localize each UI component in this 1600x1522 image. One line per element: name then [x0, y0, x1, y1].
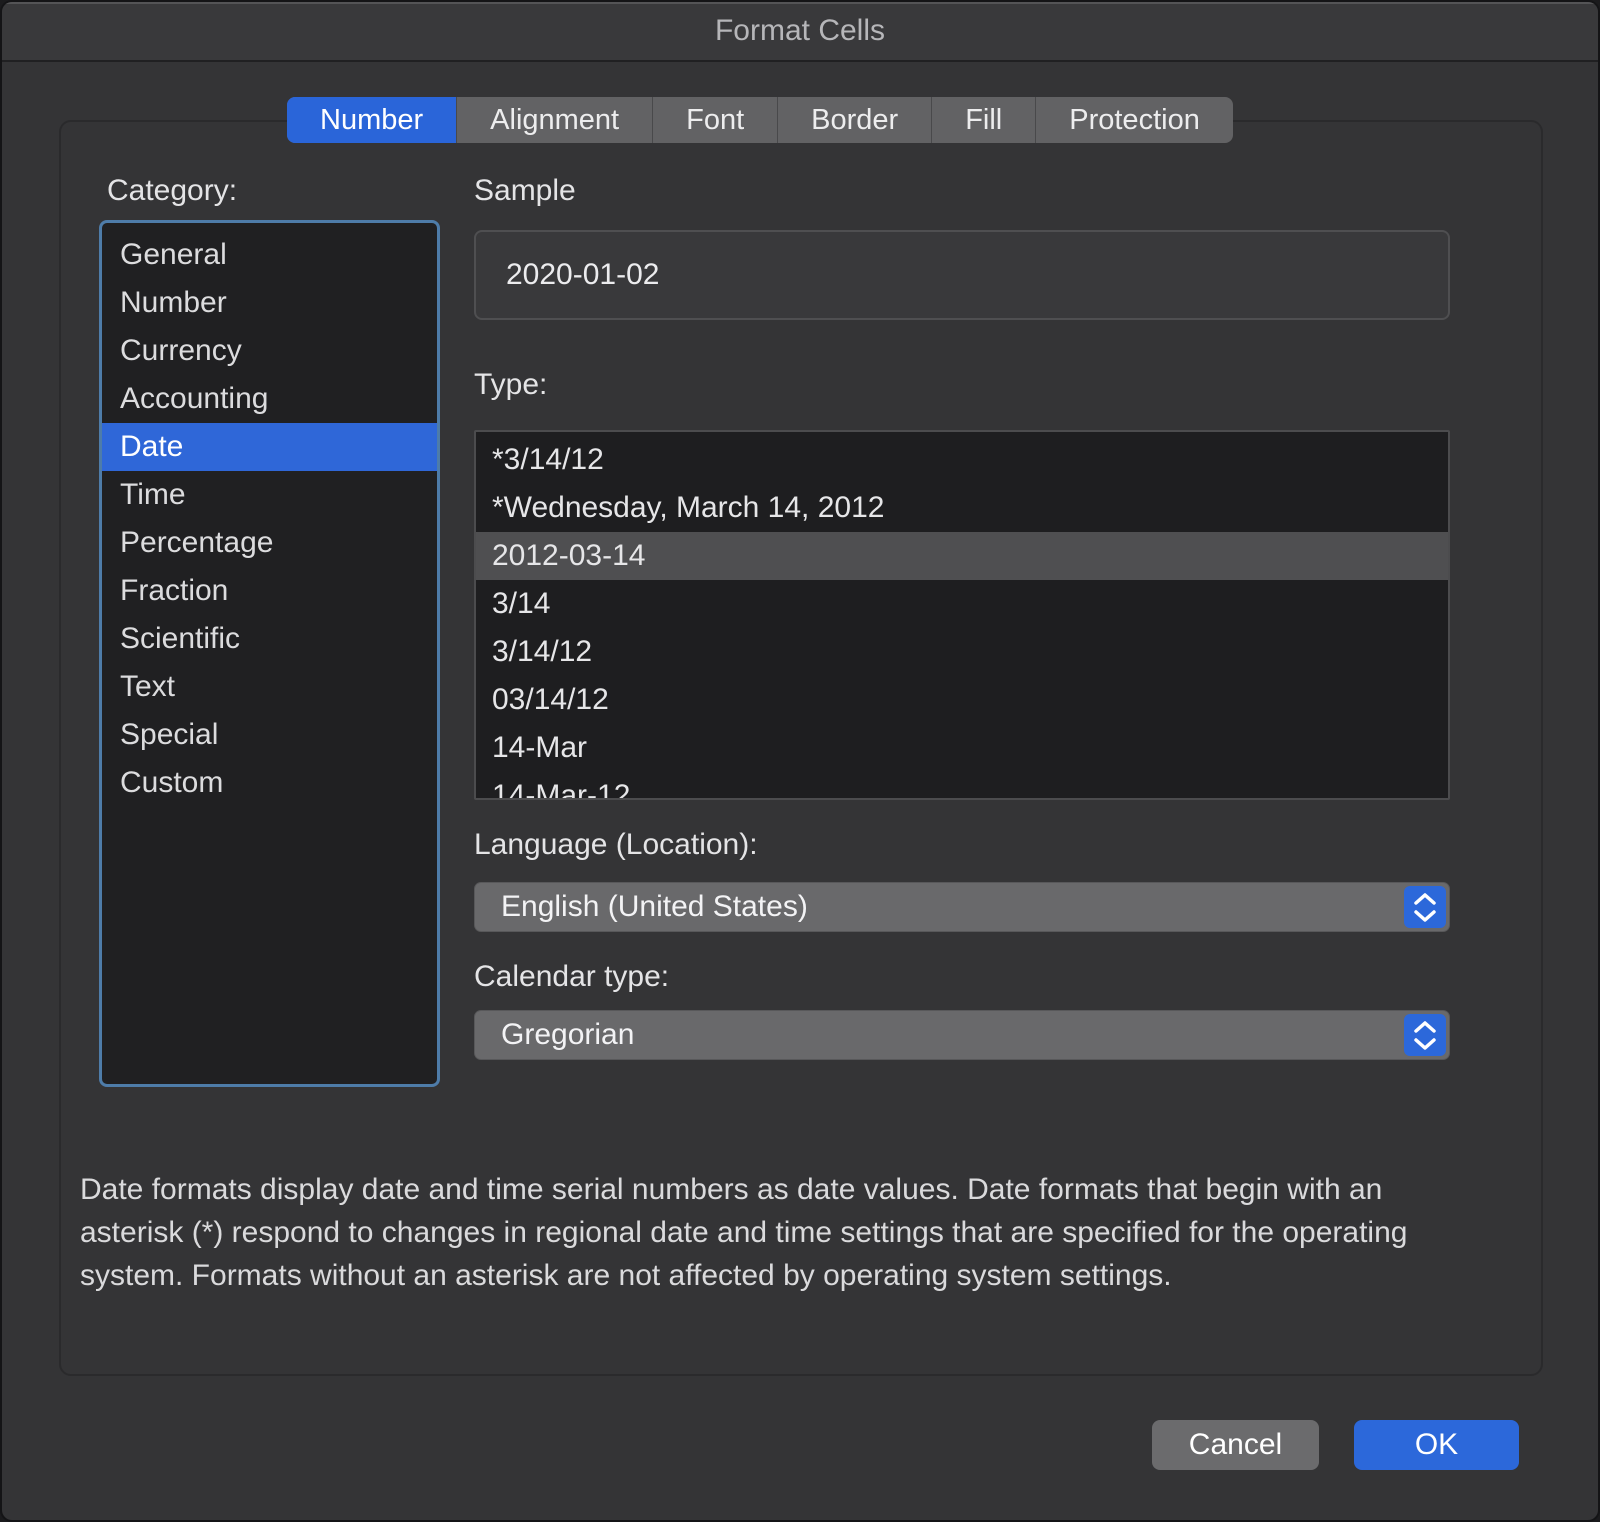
sample-value-box: 2020-01-02: [474, 230, 1450, 320]
category-listbox[interactable]: General Number Currency Accounting Date …: [99, 220, 440, 1087]
calendar-type-dropdown[interactable]: Gregorian: [474, 1010, 1450, 1060]
type-item[interactable]: 3/14: [476, 580, 1448, 628]
sample-value: 2020-01-02: [506, 258, 659, 292]
tab-font[interactable]: Font: [653, 97, 778, 143]
type-item[interactable]: 3/14/12: [476, 628, 1448, 676]
type-item-selected[interactable]: 2012-03-14: [476, 532, 1448, 580]
type-label: Type:: [474, 368, 547, 402]
ok-button[interactable]: OK: [1354, 1420, 1519, 1470]
tab-number[interactable]: Number: [287, 97, 457, 143]
format-description-text: Date formats display date and time seria…: [80, 1168, 1484, 1297]
format-cells-dialog: Format Cells Number Alignment Font Borde…: [0, 0, 1600, 1522]
category-item-date[interactable]: Date: [102, 423, 437, 471]
calendar-type-label: Calendar type:: [474, 960, 669, 994]
category-item-general[interactable]: General: [102, 231, 437, 279]
category-item-fraction[interactable]: Fraction: [102, 567, 437, 615]
category-label: Category:: [107, 174, 237, 208]
category-item-percentage[interactable]: Percentage: [102, 519, 437, 567]
chevron-up-down-icon[interactable]: [1404, 1014, 1446, 1056]
tab-fill[interactable]: Fill: [932, 97, 1036, 143]
dialog-title: Format Cells: [715, 14, 885, 48]
language-label: Language (Location):: [474, 828, 758, 862]
title-bar[interactable]: Format Cells: [2, 2, 1598, 62]
tab-alignment[interactable]: Alignment: [457, 97, 653, 143]
type-item[interactable]: *Wednesday, March 14, 2012: [476, 484, 1448, 532]
type-item[interactable]: 14-Mar: [476, 724, 1448, 772]
tab-protection[interactable]: Protection: [1036, 97, 1233, 143]
category-item-scientific[interactable]: Scientific: [102, 615, 437, 663]
category-item-special[interactable]: Special: [102, 711, 437, 759]
language-value: English (United States): [501, 890, 808, 924]
category-item-time[interactable]: Time: [102, 471, 437, 519]
cancel-button[interactable]: Cancel: [1152, 1420, 1319, 1470]
sample-label: Sample: [474, 174, 576, 208]
category-item-number[interactable]: Number: [102, 279, 437, 327]
language-dropdown[interactable]: English (United States): [474, 882, 1450, 932]
category-item-currency[interactable]: Currency: [102, 327, 437, 375]
type-listbox[interactable]: *3/14/12 *Wednesday, March 14, 2012 2012…: [474, 430, 1450, 800]
category-item-custom[interactable]: Custom: [102, 759, 437, 807]
tab-border[interactable]: Border: [778, 97, 932, 143]
type-item[interactable]: 03/14/12: [476, 676, 1448, 724]
type-item[interactable]: 14-Mar-12: [476, 772, 1448, 800]
category-item-text[interactable]: Text: [102, 663, 437, 711]
chevron-up-down-icon[interactable]: [1404, 886, 1446, 928]
type-item[interactable]: *3/14/12: [476, 436, 1448, 484]
tab-bar: Number Alignment Font Border Fill Protec…: [287, 97, 1233, 143]
category-item-accounting[interactable]: Accounting: [102, 375, 437, 423]
calendar-type-value: Gregorian: [501, 1018, 634, 1052]
